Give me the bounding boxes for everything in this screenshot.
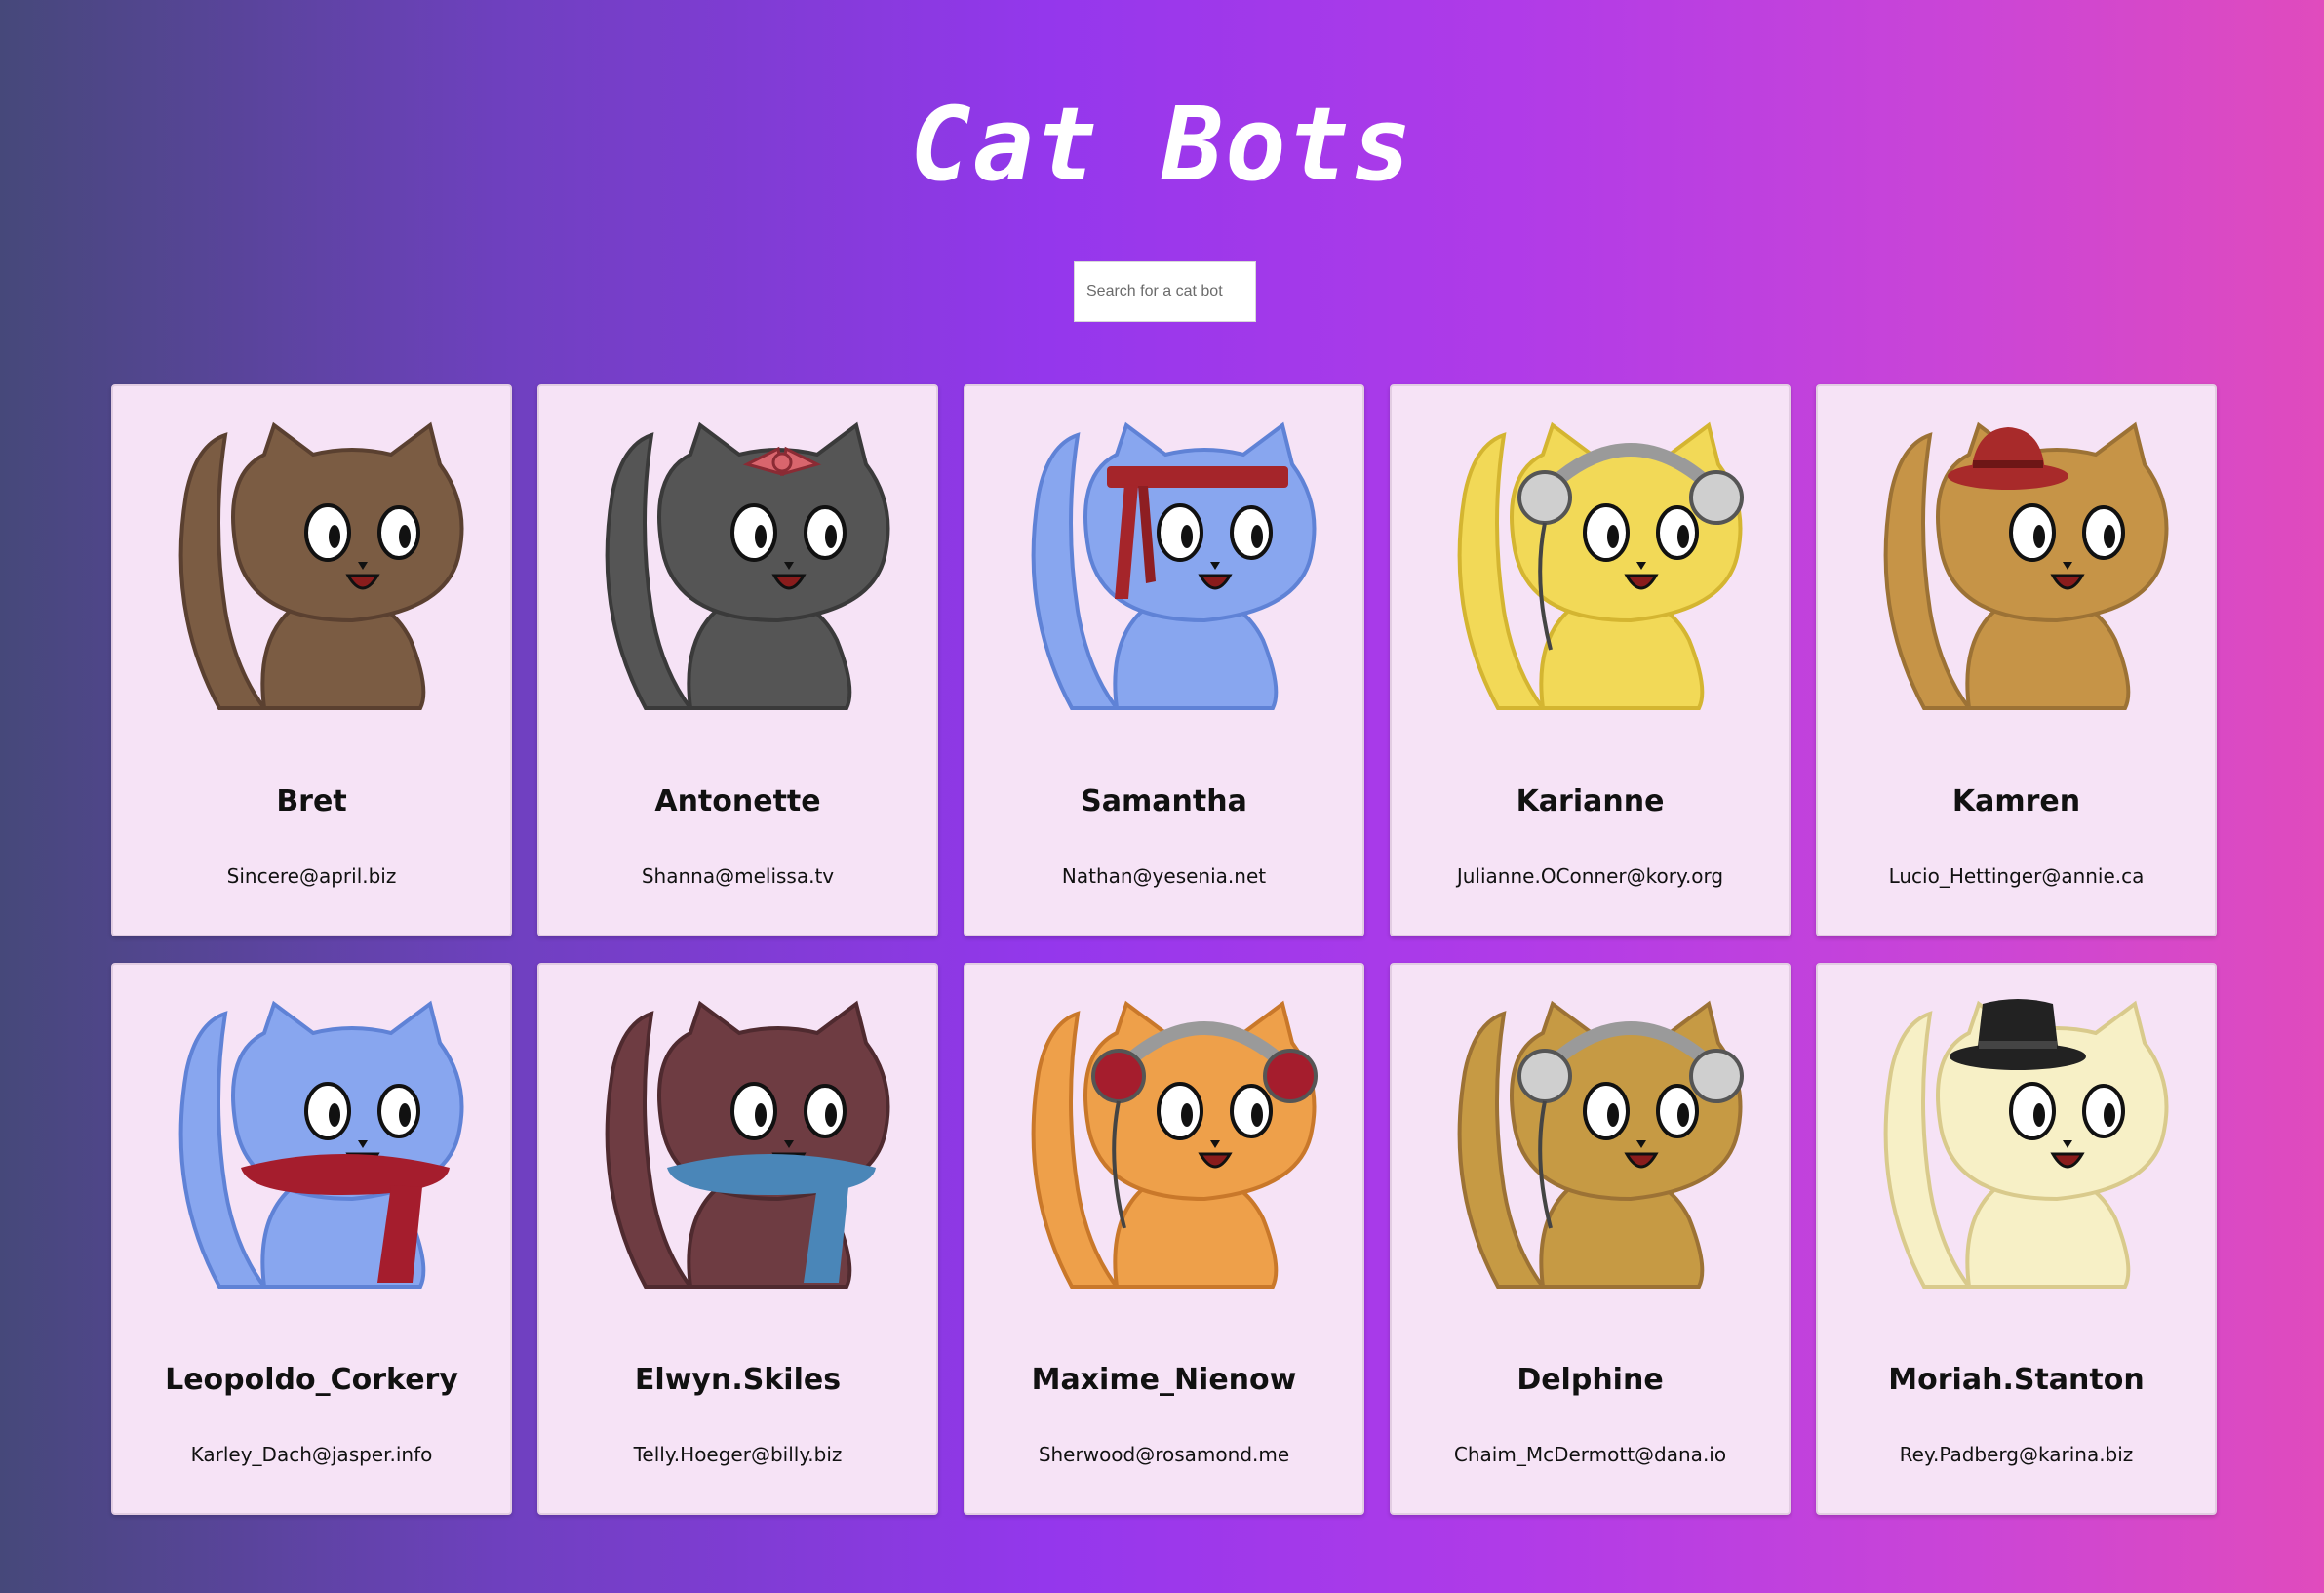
cat-email: Telly.Hoeger@billy.biz — [633, 1443, 843, 1466]
cat-name: Antonette — [654, 784, 821, 818]
cat-card[interactable]: Moriah.Stanton Rey.Padberg@karina.biz — [1816, 963, 2217, 1515]
cat-eye-left — [730, 1082, 777, 1140]
cat-avatar-icon — [1883, 999, 2169, 1289]
cat-email: Sincere@april.biz — [226, 864, 397, 888]
cat-name: Elwyn.Skiles — [634, 1363, 842, 1397]
cat-eye-right — [2082, 1084, 2125, 1138]
cat-avatar-icon — [605, 1000, 890, 1289]
page-title: Cat Bots — [910, 85, 1414, 204]
cat-eye-right — [804, 1084, 847, 1138]
cat-name: Maxime_Nienow — [1031, 1363, 1297, 1397]
cat-eye-left — [304, 503, 351, 562]
cat-email: Julianne.OConner@kory.org — [1456, 864, 1724, 888]
cat-eye-right — [804, 505, 847, 560]
cat-accessory-icon — [1689, 1049, 1744, 1103]
cat-accessory-icon — [1979, 1041, 2057, 1049]
cat-name: Kamren — [1951, 784, 2081, 818]
search-input[interactable] — [1074, 261, 1256, 322]
cat-pupil-left — [755, 525, 767, 548]
cat-pupil-right — [2104, 1103, 2115, 1127]
cat-pupil-left — [329, 525, 340, 548]
cat-card[interactable]: Delphine Chaim_McDermott@dana.io — [1390, 963, 1791, 1515]
cat-email: Shanna@melissa.tv — [641, 864, 835, 888]
cat-pupil-left — [1181, 1103, 1193, 1127]
cat-accessory-icon — [1689, 470, 1744, 525]
cat-eye-right — [1656, 505, 1699, 560]
cat-eye-left — [1157, 1082, 1203, 1140]
cat-eye-left — [1583, 503, 1630, 562]
cat-eye-left — [730, 503, 777, 562]
cat-eye-right — [1656, 1084, 1699, 1138]
cat-pupil-left — [2033, 1103, 2045, 1127]
cat-pupil-right — [399, 525, 411, 548]
cat-accessory-icon — [1973, 460, 2043, 468]
cat-pupil-right — [1677, 1103, 1689, 1127]
cat-accessory-icon — [1517, 1049, 1572, 1103]
cat-avatar-icon — [1457, 421, 1744, 710]
cat-avatar-icon — [178, 421, 464, 710]
cat-eye-left — [304, 1082, 351, 1140]
cat-pupil-left — [755, 1103, 767, 1127]
cat-email: Chaim_McDermott@dana.io — [1453, 1443, 1727, 1466]
cat-email: Rey.Padberg@karina.biz — [1899, 1443, 2134, 1466]
cat-eye-right — [2082, 505, 2125, 560]
cat-pupil-right — [2104, 525, 2115, 548]
cat-eye-right — [377, 1084, 420, 1138]
cat-name: Delphine — [1517, 1363, 1664, 1397]
cat-accessory-icon — [1091, 1049, 1146, 1103]
cat-accessory-icon — [1263, 1049, 1318, 1103]
cat-card[interactable]: Leopoldo_Corkery Karley_Dach@jasper.info — [111, 963, 512, 1515]
cat-card[interactable]: Kamren Lucio_Hettinger@annie.ca — [1816, 384, 2217, 936]
cat-eye-left — [1157, 503, 1203, 562]
cat-pupil-left — [329, 1103, 340, 1127]
cat-eye-left — [1583, 1082, 1630, 1140]
cat-pupil-right — [1677, 525, 1689, 548]
cat-card[interactable]: Bret Sincere@april.biz — [111, 384, 512, 936]
cat-pupil-left — [1181, 525, 1193, 548]
cat-card[interactable]: Antonette Shanna@melissa.tv — [537, 384, 938, 936]
cat-avatar-icon — [1031, 421, 1317, 710]
cat-card[interactable]: Samantha Nathan@yesenia.net — [964, 384, 1364, 936]
cat-name: Karianne — [1516, 784, 1665, 818]
cat-email: Nathan@yesenia.net — [1061, 864, 1267, 888]
cat-card[interactable]: Maxime_Nienow Sherwood@rosamond.me — [964, 963, 1364, 1515]
cat-avatar-icon — [1457, 1000, 1744, 1289]
cat-pupil-left — [1607, 525, 1619, 548]
cat-email: Karley_Dach@jasper.info — [190, 1443, 433, 1466]
cat-card[interactable]: Karianne Julianne.OConner@kory.org — [1390, 384, 1791, 936]
cat-avatar-icon — [1031, 1000, 1318, 1289]
cat-eye-right — [1230, 1084, 1273, 1138]
cat-accessory-icon — [771, 452, 793, 473]
cat-name: Samantha — [1081, 784, 1247, 818]
cat-pupil-right — [399, 1103, 411, 1127]
cat-pupil-right — [1251, 1103, 1263, 1127]
cat-name: Moriah.Stanton — [1888, 1363, 2145, 1397]
cat-pupil-right — [1251, 525, 1263, 548]
cat-card[interactable]: Elwyn.Skiles Telly.Hoeger@billy.biz — [537, 963, 938, 1515]
cat-pupil-right — [825, 525, 837, 548]
cat-pupil-right — [825, 1103, 837, 1127]
cat-pupil-left — [2033, 525, 2045, 548]
cat-name: Leopoldo_Corkery — [165, 1363, 458, 1397]
cat-eye-right — [377, 505, 420, 560]
cat-accessory-icon — [1107, 466, 1288, 488]
cat-avatar-icon — [178, 1000, 464, 1289]
cat-name: Bret — [276, 784, 347, 818]
cat-eye-left — [2009, 1082, 2056, 1140]
cat-avatar-icon — [1883, 421, 2169, 710]
cat-card-list: Bret Sincere@april.biz Antonette Shanna@me… — [111, 384, 2217, 1515]
cat-avatar-icon — [605, 421, 890, 710]
cat-pupil-left — [1607, 1103, 1619, 1127]
cat-eye-right — [1230, 505, 1273, 560]
cat-eye-left — [2009, 503, 2056, 562]
cat-email: Lucio_Hettinger@annie.ca — [1888, 864, 2145, 888]
cat-accessory-icon — [1517, 470, 1572, 525]
cat-email: Sherwood@rosamond.me — [1038, 1443, 1290, 1466]
